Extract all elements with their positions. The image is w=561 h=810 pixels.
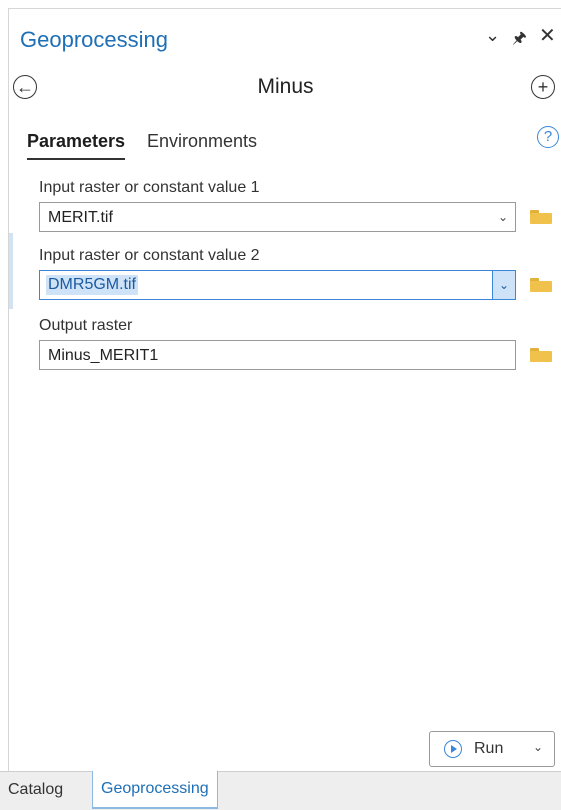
tool-name: Minus (257, 75, 314, 98)
plus-circle-icon[interactable]: + (531, 75, 555, 99)
chevron-down-icon[interactable]: ⌄ (495, 209, 511, 225)
param-1-input[interactable]: MERIT.tif ⌄ (39, 202, 516, 232)
pane-title: Geoprocessing (20, 27, 168, 52)
geoprocessing-pane: Geoprocessing ⌄ 🖈 ✕ ← Minus + Parameters… (8, 8, 561, 772)
bottom-tab-strip: Catalog Geoprocessing (0, 771, 561, 810)
param-3-input[interactable]: Minus_MERIT1 (39, 340, 516, 370)
chevron-down-icon[interactable]: ⌄ (492, 271, 515, 299)
tab-geoprocessing[interactable]: Geoprocessing (92, 771, 218, 809)
param-1-label: Input raster or constant value 1 (39, 179, 260, 196)
param-2-input[interactable]: DMR5GM.tif ⌄ (39, 270, 516, 300)
active-parameter-marker (9, 233, 13, 309)
chevron-down-icon[interactable]: ⌄ (485, 25, 500, 46)
param-3-value: Minus_MERIT1 (48, 347, 159, 364)
run-button[interactable]: Run ⌄ (429, 731, 555, 767)
param-1-value: MERIT.tif (48, 209, 113, 226)
pane-header: Geoprocessing ⌄ 🖈 ✕ (9, 9, 561, 71)
param-2-value: DMR5GM.tif (46, 275, 138, 295)
folder-icon[interactable] (530, 210, 552, 224)
close-icon[interactable]: ✕ (539, 23, 556, 48)
play-icon (444, 740, 462, 758)
param-2-label: Input raster or constant value 2 (39, 247, 260, 264)
question-circle-icon[interactable]: ? (537, 126, 559, 148)
tab-environments[interactable]: Environments (147, 131, 257, 152)
param-3-label: Output raster (39, 317, 133, 334)
chevron-down-icon[interactable]: ⌄ (533, 740, 543, 754)
tab-parameters[interactable]: Parameters (27, 131, 126, 160)
pin-icon[interactable]: 🖈 (512, 27, 527, 54)
folder-icon[interactable] (530, 348, 552, 362)
run-label: Run (474, 740, 504, 757)
tab-catalog[interactable]: Catalog (0, 772, 71, 808)
folder-icon[interactable] (530, 278, 552, 292)
